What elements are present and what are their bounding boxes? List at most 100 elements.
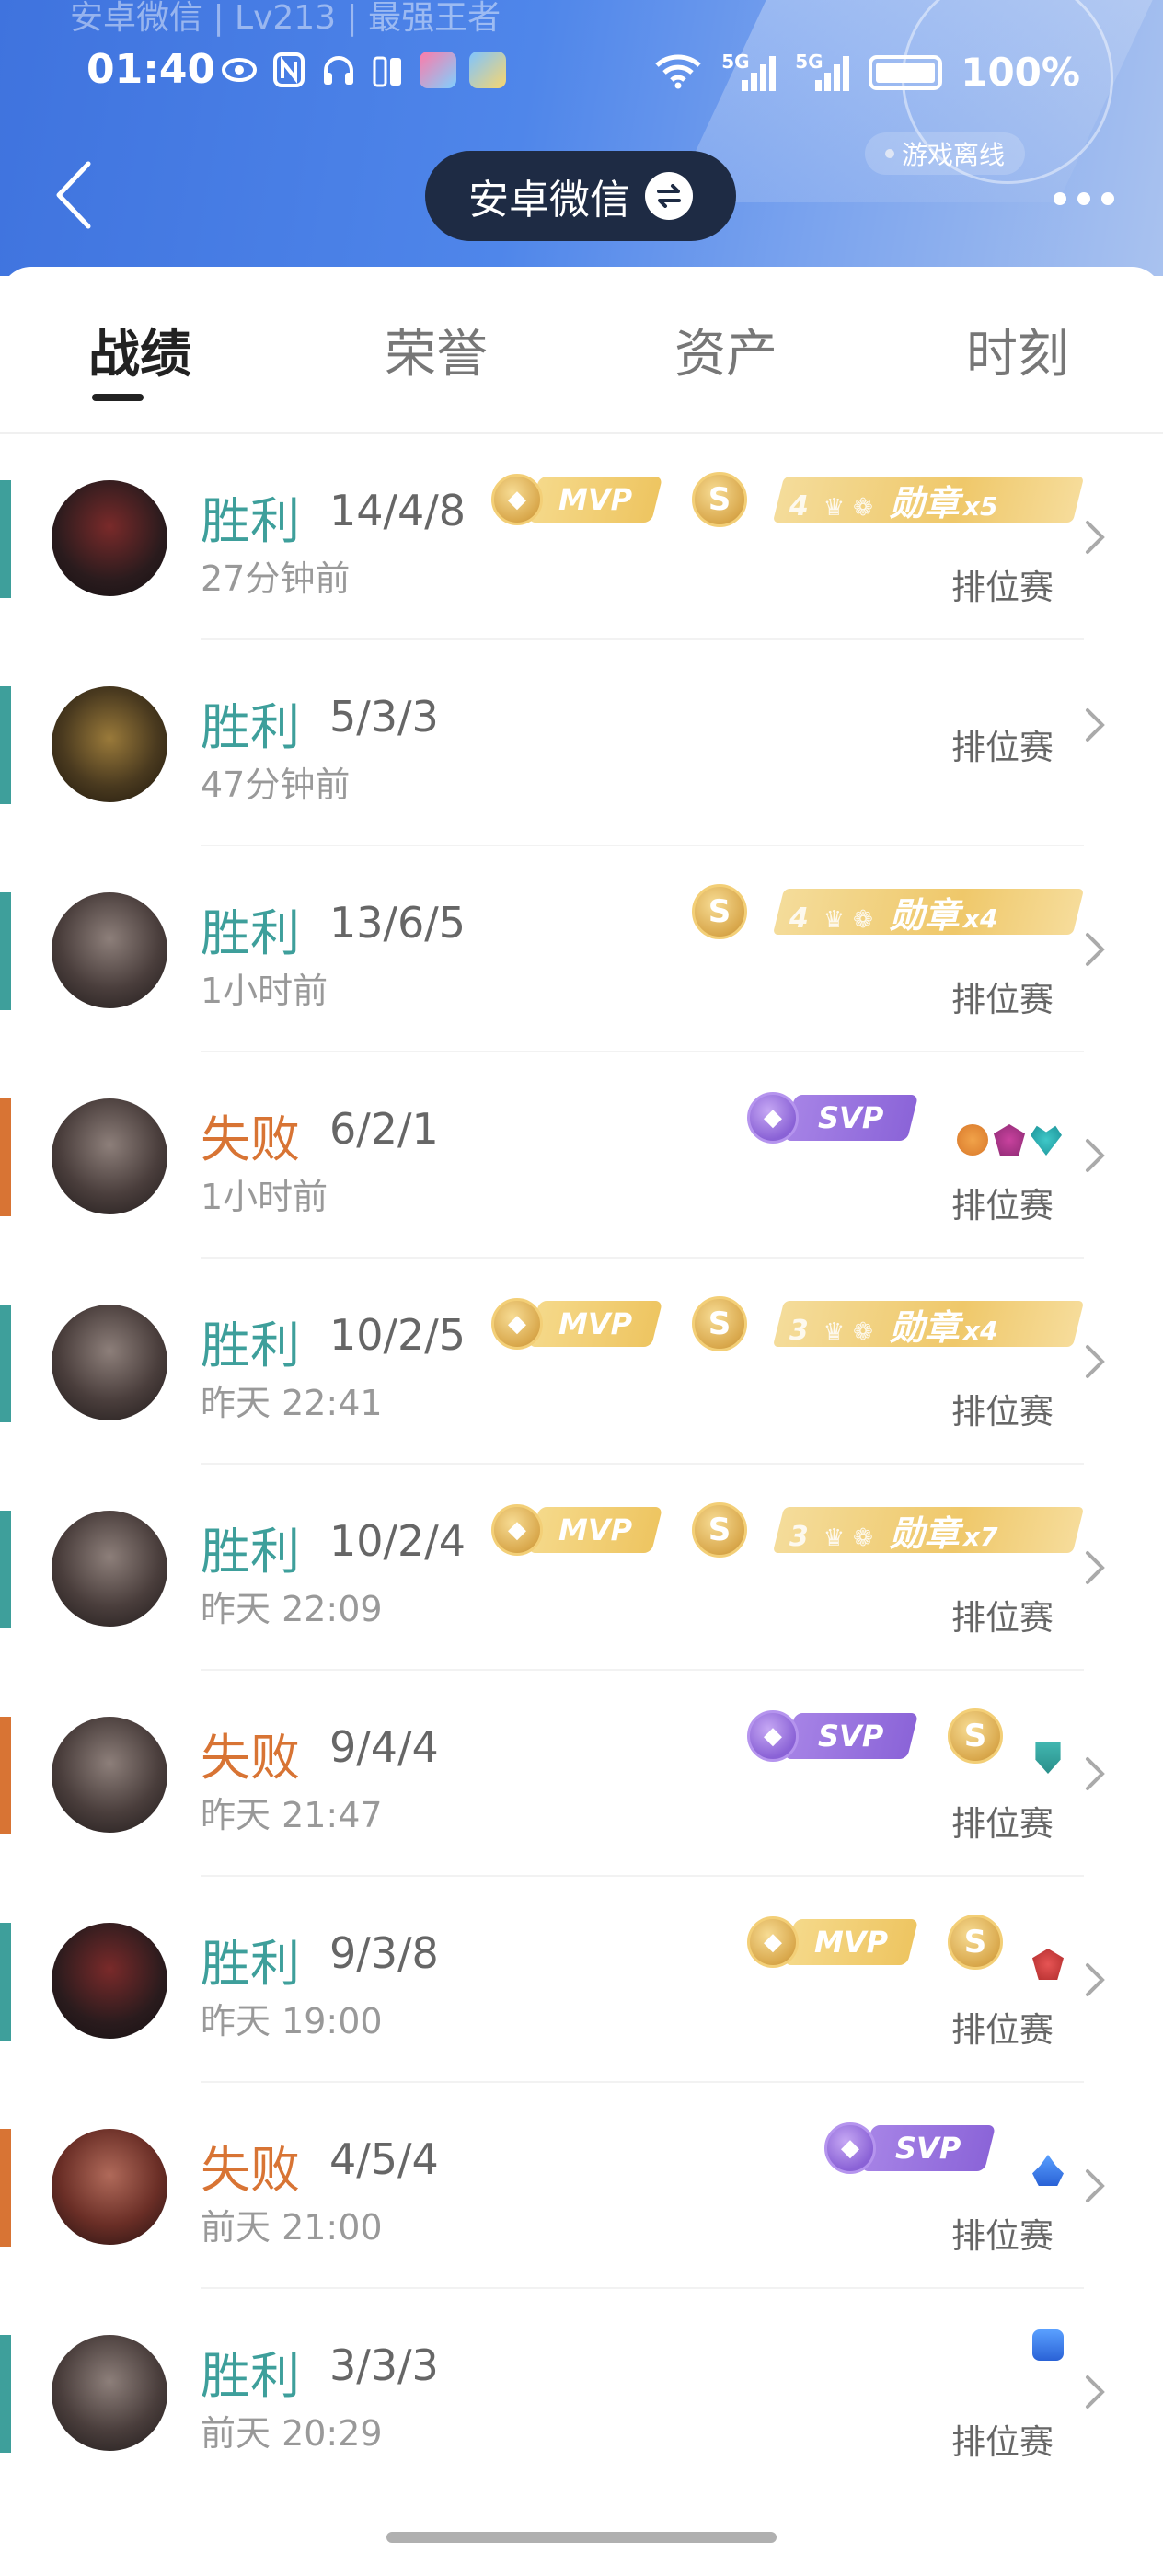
match-time: 昨天 19:00: [201, 2001, 383, 2041]
match-mode: 排位赛: [951, 1392, 1054, 1432]
cell-signal-icon-2: 5G: [795, 51, 850, 93]
chevron-right-icon: [1086, 2169, 1105, 2202]
chevron-right-icon: [1086, 1345, 1105, 1378]
battery-percent: 100%: [961, 50, 1080, 95]
tab-record[interactable]: 战绩: [88, 313, 191, 387]
battery-icon: [869, 54, 943, 90]
svp-badge: ◆ SVP: [747, 1089, 919, 1146]
match-time: 47分钟前: [201, 765, 351, 805]
match-kda: 10/2/5: [329, 1310, 466, 1360]
home-indicator[interactable]: [386, 2532, 777, 2543]
small-battery-icon: [370, 52, 407, 88]
mvp-label: MVP: [813, 1925, 889, 1960]
medal-crown-icon: ♛ ❁: [823, 1317, 874, 1346]
medal-label: 勋章: [890, 1512, 961, 1554]
profile-header: 安卓微信 | Lv213 | 最强王者 01:40 5G 5G 100% 游戏离…: [0, 0, 1163, 276]
medal-label: 勋章: [890, 894, 961, 936]
medal-count: x4: [963, 1315, 998, 1346]
medal-crown-icon: ♛ ❁: [823, 493, 874, 522]
hero-avatar: [52, 480, 167, 596]
mvp-badge: ◆ MVP: [491, 1295, 663, 1352]
hero-avatar: [52, 2129, 167, 2245]
match-row[interactable]: 胜利 9/3/8 昨天 19:00 ◆ MVP S 排位赛: [0, 1877, 1163, 2083]
mvp-badge: ◆ MVP: [491, 471, 663, 528]
match-kda: 13/6/5: [329, 898, 466, 948]
result-indicator: [0, 1305, 11, 1422]
chevron-right-icon: [1086, 2375, 1105, 2409]
result-indicator: [0, 892, 11, 1010]
match-result: 胜利: [201, 1935, 300, 1993]
more-options-button[interactable]: [1047, 180, 1121, 217]
match-result: 失败: [201, 2141, 300, 2199]
svp-label: SVP: [895, 2131, 961, 2166]
match-mode: 排位赛: [951, 2216, 1054, 2256]
s-coin-badge: S: [692, 1295, 747, 1352]
match-time: 1小时前: [201, 971, 328, 1011]
headphones-icon: [320, 52, 357, 88]
account-switch-button[interactable]: 安卓微信: [425, 151, 736, 241]
match-time: 前天 21:00: [201, 2207, 383, 2248]
match-row[interactable]: 失败 6/2/1 1小时前 ◆ SVP 排位赛: [0, 1052, 1163, 1259]
match-row[interactable]: 胜利 5/3/3 47分钟前 排位赛: [0, 640, 1163, 846]
hero-avatar: [52, 892, 167, 1008]
match-result: 胜利: [201, 698, 300, 756]
match-result: 失败: [201, 1110, 300, 1168]
wifi-icon: [653, 52, 703, 93]
medal-label: 勋章: [890, 1306, 961, 1348]
s-coin-badge: S: [692, 1501, 747, 1558]
medal-badge: 3 ♛ ❁ 勋章 x4: [772, 1295, 1085, 1352]
chevron-right-icon: [1086, 1139, 1105, 1172]
match-row[interactable]: 胜利 3/3/3 前天 20:29 排位赛: [0, 2289, 1163, 2495]
achievement-icons: [1032, 2329, 1064, 2361]
flame-icon: [1032, 2155, 1064, 2186]
result-indicator: [0, 1098, 11, 1216]
s-coin-icon: S: [692, 1296, 747, 1351]
status-bar: 01:40 5G 5G 100%: [0, 46, 1163, 103]
mvp-badge: ◆ MVP: [491, 1501, 663, 1558]
achievement-icons: [1032, 1742, 1064, 1774]
match-mode: 排位赛: [951, 2010, 1054, 2050]
eye-badge-icon: [1032, 2329, 1064, 2361]
match-kda: 6/2/1: [329, 1104, 439, 1154]
achievement-icons: [1032, 2155, 1064, 2186]
svp-label: SVP: [818, 1719, 884, 1754]
medal-count: x7: [963, 1521, 998, 1552]
result-indicator: [0, 686, 11, 804]
chevron-left-icon: [56, 161, 91, 229]
hero-avatar: [52, 1923, 167, 2039]
match-mode: 排位赛: [951, 980, 1054, 1019]
tab-moments[interactable]: 时刻: [966, 313, 1069, 387]
chevron-right-icon: [1086, 1551, 1105, 1584]
shield-icon: [1035, 1742, 1061, 1774]
match-mode: 排位赛: [951, 1804, 1054, 1844]
more-dot-icon: [1054, 192, 1066, 205]
medal-badge: 4 ♛ ❁ 勋章 x5: [772, 471, 1085, 528]
result-indicator: [0, 480, 11, 598]
s-coin-badge: S: [692, 883, 747, 940]
match-row[interactable]: 胜利 13/6/5 1小时前 S 4 ♛ ❁ 勋章 x4 排位赛: [0, 846, 1163, 1052]
match-kda: 9/4/4: [329, 1722, 439, 1772]
match-row[interactable]: 胜利 10/2/5 昨天 22:41 ◆ MVP S 3 ♛ ❁ 勋章 x4 排位赛: [0, 1259, 1163, 1465]
medal-crown-icon: ♛ ❁: [823, 905, 874, 934]
match-row[interactable]: 胜利 14/4/8 27分钟前 ◆ MVP S 4 ♛ ❁ 勋章 x5 排位赛: [0, 434, 1163, 640]
tab-bar: 战绩 荣誉 资产 时刻: [0, 267, 1163, 434]
mvp-label: MVP: [558, 1512, 633, 1547]
match-kda: 9/3/8: [329, 1928, 439, 1978]
tab-assets[interactable]: 资产: [674, 313, 777, 387]
match-result: 胜利: [201, 1523, 300, 1581]
result-indicator: [0, 1923, 11, 2041]
match-time: 昨天 21:47: [201, 1795, 383, 1835]
result-indicator: [0, 1717, 11, 1834]
match-mode: 排位赛: [951, 1186, 1054, 1225]
match-mode: 排位赛: [951, 2422, 1054, 2462]
more-dot-icon: [1077, 192, 1090, 205]
match-row[interactable]: 失败 4/5/4 前天 21:00 ◆ SVP 排位赛: [0, 2083, 1163, 2289]
medal-rank: 4: [789, 902, 809, 935]
game-app-icon: [420, 52, 456, 88]
account-label: 安卓微信: [468, 177, 630, 224]
tab-honor[interactable]: 荣誉: [385, 313, 488, 387]
back-button[interactable]: [46, 160, 101, 230]
match-row[interactable]: 胜利 10/2/4 昨天 22:09 ◆ MVP S 3 ♛ ❁ 勋章 x7 排位赛: [0, 1465, 1163, 1671]
medal-badge: 4 ♛ ❁ 勋章 x4: [772, 883, 1085, 940]
match-row[interactable]: 失败 9/4/4 昨天 21:47 ◆ SVP S 排位赛: [0, 1671, 1163, 1877]
